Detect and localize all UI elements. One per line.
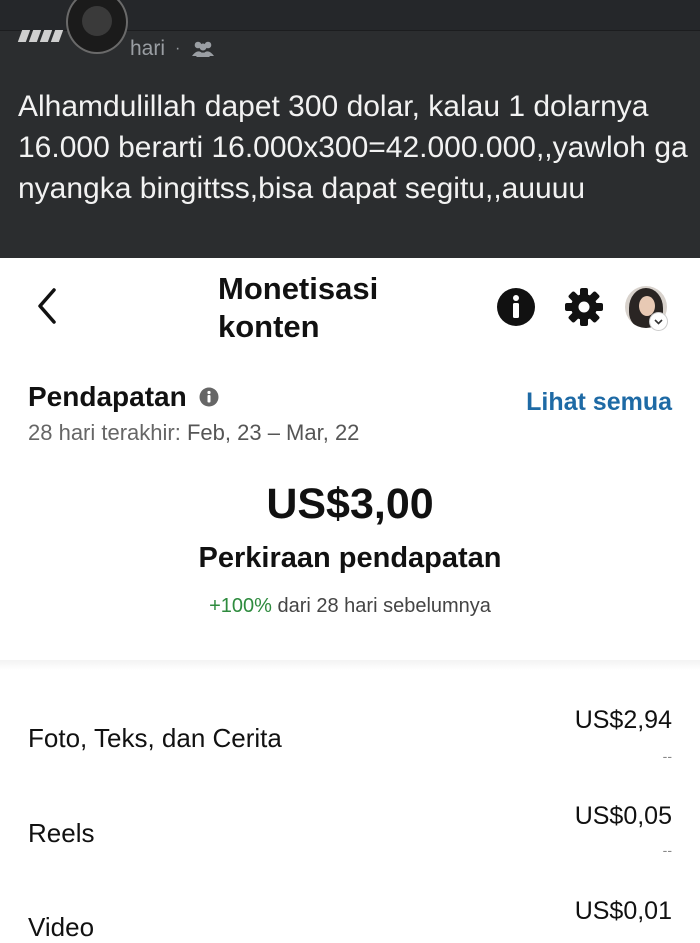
chevron-down-icon — [654, 319, 663, 325]
see-all-link[interactable]: Lihat semua — [526, 388, 672, 417]
earnings-change: +100% dari 28 hari sebelumnya — [0, 595, 700, 618]
breakdown-row-value: US$0,01 — [574, 897, 672, 925]
breakdown-row-label[interactable]: Video — [28, 912, 94, 943]
breakdown-row-sub: -- — [662, 748, 672, 764]
friends-audience-icon — [192, 41, 215, 57]
breakdown-row-sub: -- — [662, 842, 672, 858]
earnings-amount: US$3,00 — [266, 480, 434, 528]
post-section: hari · Alhamdulillah dapet 300 dolar, ka… — [0, 0, 700, 258]
change-text: dari 28 hari sebelumnya — [277, 595, 491, 617]
page-title: Monetisasi konten — [218, 271, 379, 344]
settings-button[interactable] — [564, 287, 604, 327]
post-author-avatar[interactable] — [66, 0, 128, 54]
gear-icon — [565, 288, 603, 326]
back-arrow-icon — [38, 288, 56, 324]
breakdown-row-value: US$2,94 — [574, 706, 672, 734]
earnings-heading: Pendapatan — [28, 381, 219, 413]
section-divider — [0, 660, 700, 670]
post-body-text: Alhamdulillah dapet 300 dolar, kalau 1 d… — [18, 90, 688, 205]
breakdown-row-label[interactable]: Foto, Teks, dan Cerita — [28, 723, 282, 754]
info-icon[interactable] — [199, 387, 219, 407]
profile-menu-button[interactable] — [650, 313, 667, 330]
breakdown-row-label[interactable]: Reels — [28, 818, 94, 849]
change-percent: +100% — [209, 595, 272, 617]
back-button[interactable] — [30, 284, 66, 328]
info-button[interactable] — [496, 287, 536, 327]
date-range-label: 28 hari terakhir: — [28, 420, 181, 445]
earnings-title: Pendapatan — [28, 381, 187, 412]
breakdown-row-value: US$0,05 — [574, 802, 672, 830]
estimated-earnings-label: Perkiraan pendapatan — [198, 542, 502, 574]
date-range: 28 hari terakhir: Feb, 23 – Mar, 22 — [28, 420, 359, 446]
date-range-value: Feb, 23 – Mar, 22 — [186, 420, 360, 445]
post-meta: hari · — [130, 37, 216, 61]
meta-separator: · — [175, 40, 181, 57]
post-time: hari — [130, 37, 166, 60]
post-sticker-decoration — [17, 30, 70, 44]
info-icon — [497, 288, 535, 326]
